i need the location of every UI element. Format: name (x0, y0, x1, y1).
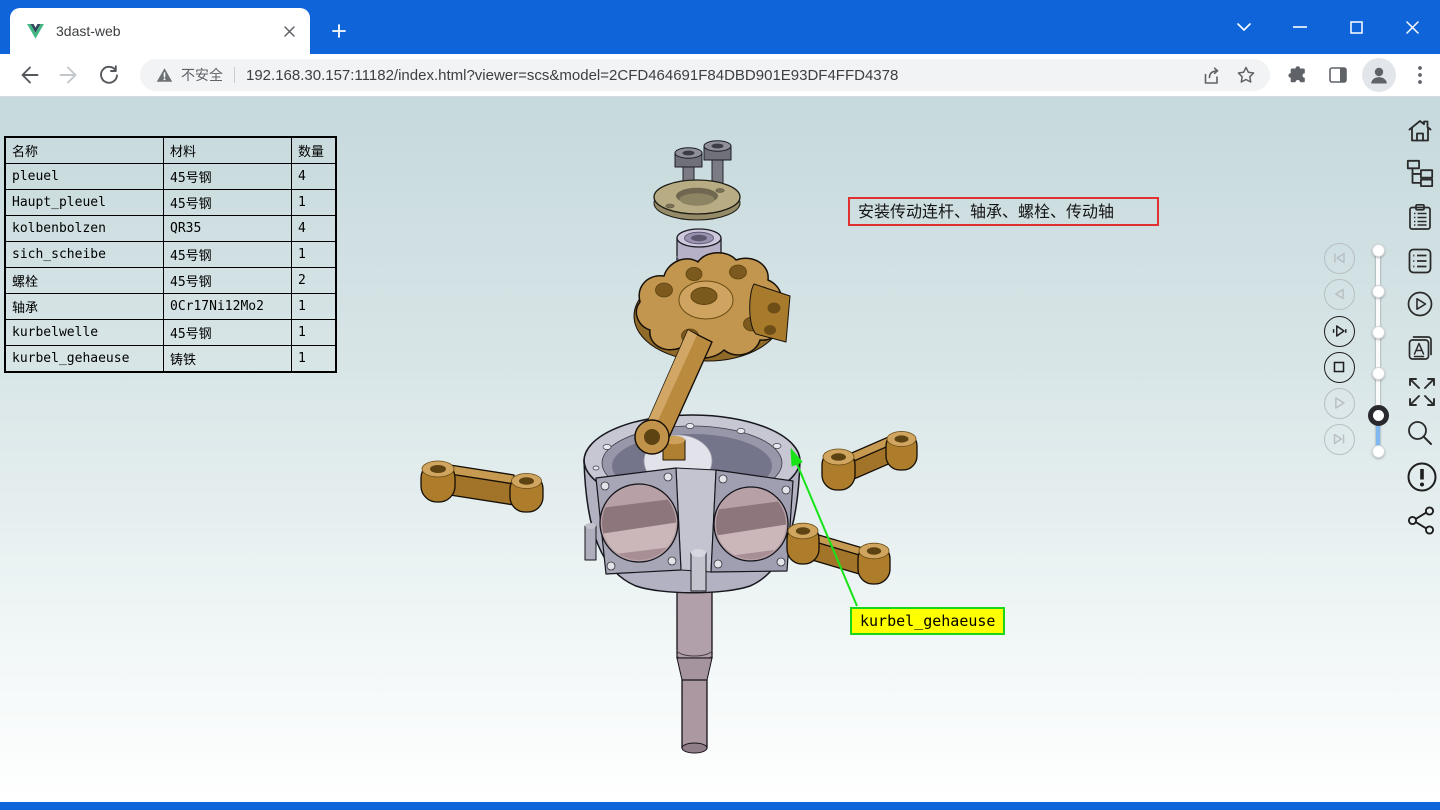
tab-close-icon[interactable] (284, 26, 295, 37)
browser-tab[interactable]: 3dast-web (10, 8, 310, 54)
address-bar[interactable]: 不安全 192.168.30.157:11182/index.html?view… (140, 59, 1270, 91)
part-kurbel-gehaeuse[interactable] (584, 415, 800, 593)
browser-menu-kebab-icon[interactable] (1410, 64, 1430, 86)
table-row: 螺栓45号钢2 (5, 268, 336, 294)
share-page-icon[interactable] (1200, 64, 1222, 86)
slider-step-dot[interactable] (1372, 244, 1385, 257)
window-close-button[interactable] (1384, 0, 1440, 54)
table-row: 轴承0Cr17Ni12Mo21 (5, 294, 336, 320)
play-animation-icon[interactable] (1405, 289, 1435, 319)
animation-step-slider[interactable] (1368, 246, 1388, 461)
bom-clipboard-icon[interactable] (1405, 202, 1435, 232)
issue-exclamation-icon[interactable] (1405, 460, 1439, 494)
tab-search-chevron-icon[interactable] (1216, 0, 1272, 54)
window-maximize-button[interactable] (1328, 0, 1384, 54)
url-text[interactable]: 192.168.30.157:11182/index.html?viewer=s… (246, 67, 1200, 84)
annotation-note-icon[interactable] (1405, 333, 1435, 363)
side-panel-icon[interactable] (1327, 64, 1349, 86)
bom-header-row: 名称 材料 数量 (5, 137, 336, 164)
part-pleuel-left[interactable] (421, 461, 543, 512)
bom-header-material: 材料 (164, 137, 292, 164)
address-divider (234, 67, 235, 83)
new-tab-button[interactable] (326, 18, 352, 44)
table-row: kolbenbolzenQR354 (5, 216, 336, 242)
slider-step-dot[interactable] (1372, 285, 1385, 298)
part-pleuel-right-upper[interactable] (822, 432, 917, 491)
part-kurbelwelle-shaft[interactable] (677, 590, 712, 753)
slider-knob[interactable] (1368, 405, 1389, 426)
skip-to-end-button[interactable] (1324, 424, 1355, 455)
part-pleuel-right-lower[interactable] (787, 523, 890, 584)
home-icon[interactable] (1405, 115, 1435, 145)
bom-table: 名称 材料 数量 pleuel45号钢4 Haupt_pleuel45号钢1 k… (4, 136, 337, 373)
table-row: sich_scheibe45号钢1 (5, 242, 336, 268)
assembly-step-note: 安装传动连杆、轴承、螺栓、传动轴 (848, 197, 1159, 226)
table-row: pleuel45号钢4 (5, 164, 336, 190)
share-model-icon[interactable] (1405, 504, 1437, 536)
slider-step-dot[interactable] (1372, 367, 1385, 380)
not-secure-warning-icon[interactable] (156, 67, 173, 83)
slider-step-dot[interactable] (1372, 445, 1385, 458)
window-minimize-button[interactable] (1272, 0, 1328, 54)
cad-viewer-canvas[interactable]: 名称 材料 数量 pleuel45号钢4 Haupt_pleuel45号钢1 k… (0, 97, 1440, 802)
part-callout-label[interactable]: kurbel_gehaeuse (850, 607, 1005, 635)
tab-title: 3dast-web (56, 23, 284, 39)
assembly-structure-icon[interactable] (1405, 158, 1435, 188)
stop-button[interactable] (1324, 352, 1355, 383)
slider-step-dot[interactable] (1372, 326, 1385, 339)
reload-button[interactable] (98, 64, 120, 86)
bom-header-qty: 数量 (292, 137, 337, 164)
security-label: 不安全 (181, 65, 223, 85)
bottom-accent-bar (0, 802, 1440, 810)
part-spider-flange[interactable] (634, 253, 790, 361)
table-row: kurbel_gehaeuse铸铁1 (5, 346, 336, 373)
browser-titlebar: 3dast-web (0, 0, 1440, 54)
step-back-button[interactable] (1324, 279, 1355, 310)
play-current-step-button[interactable] (1324, 316, 1355, 347)
skip-to-start-button[interactable] (1324, 243, 1355, 274)
profile-avatar[interactable] (1362, 58, 1396, 92)
vue-favicon-icon (27, 24, 44, 39)
bom-header-name: 名称 (5, 137, 164, 164)
zoom-search-icon[interactable] (1405, 419, 1435, 449)
table-row: kurbelwelle45号钢1 (5, 320, 336, 346)
part-sich-scheibe[interactable] (654, 180, 740, 220)
play-button[interactable] (1324, 388, 1355, 419)
table-row: Haupt_pleuel45号钢1 (5, 190, 336, 216)
back-button[interactable] (18, 64, 40, 86)
fit-fullscreen-icon[interactable] (1405, 371, 1435, 413)
steps-list-icon[interactable] (1405, 246, 1435, 276)
forward-button[interactable] (58, 64, 80, 86)
bookmark-star-icon[interactable] (1236, 65, 1256, 85)
extensions-puzzle-icon[interactable] (1287, 64, 1309, 86)
